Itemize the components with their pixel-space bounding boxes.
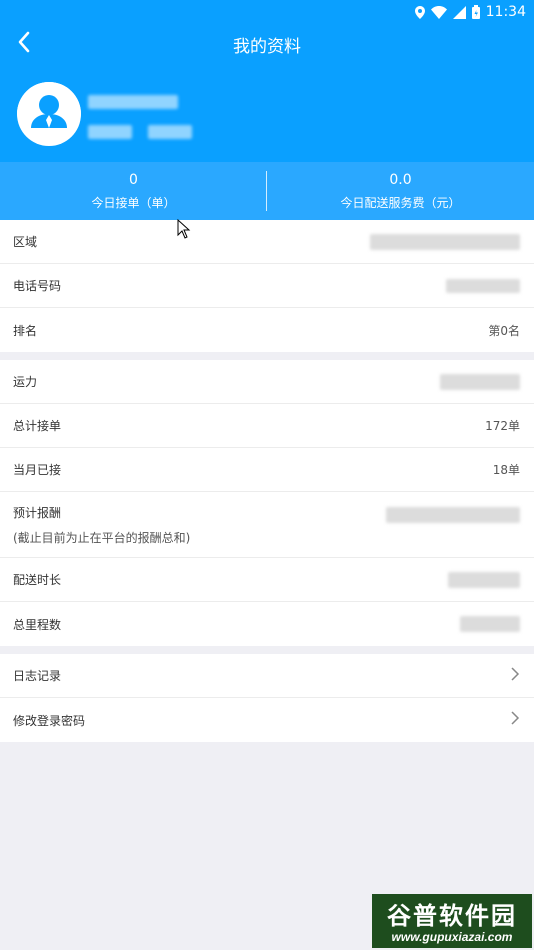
stat-today-orders: 0 今日接单（单） <box>0 162 267 220</box>
mouse-cursor-icon <box>177 218 191 243</box>
watermark-url: www.gupuxiazai.com <box>391 930 513 944</box>
location-icon <box>414 5 425 19</box>
info-group-2: 运力 总计接单 172单 当月已接 18单 预计报酬 (截止目前为止在平台的报酬… <box>0 360 534 646</box>
stats-divider <box>266 171 267 211</box>
avatar[interactable] <box>17 82 81 146</box>
row-log-records[interactable]: 日志记录 <box>0 654 534 698</box>
row-label: 配送时长 <box>13 573 62 587</box>
row-label: 电话号码 <box>13 279 62 293</box>
row-label: 总里程数 <box>13 617 62 632</box>
row-label: 区域 <box>13 235 38 249</box>
row-label: 修改登录密码 <box>13 713 86 728</box>
row-label: 日志记录 <box>13 669 62 683</box>
row-label: 总计接单 <box>13 419 62 433</box>
redacted-info <box>148 125 192 139</box>
row-total-mileage: 总里程数 <box>0 602 534 646</box>
row-label-sub: (截止目前为止在平台的报酬总和) <box>13 530 191 545</box>
row-estimated-pay: 预计报酬 (截止目前为止在平台的报酬总和) <box>0 492 534 558</box>
row-label: 排名 <box>13 323 38 338</box>
row-value: 172单 <box>485 419 520 433</box>
row-value: 第0名 <box>488 323 520 338</box>
chevron-left-icon <box>17 31 31 57</box>
row-label: 预计报酬 (截止目前为止在平台的报酬总和) <box>13 504 190 546</box>
row-delivery-time: 配送时长 <box>0 558 534 602</box>
row-label: 运力 <box>13 375 38 389</box>
redacted-value <box>370 233 520 250</box>
row-region: 区域 <box>0 220 534 264</box>
stat-label: 今日配送服务费（元） <box>340 195 461 210</box>
row-phone: 电话号码 <box>0 264 534 308</box>
action-group: 日志记录 修改登录密码 <box>0 654 534 742</box>
redacted-value <box>446 278 520 293</box>
back-button[interactable] <box>10 30 38 58</box>
row-value: 18单 <box>492 463 520 477</box>
stat-value: 0.0 <box>389 171 412 188</box>
status-time: 11:34 <box>485 4 526 20</box>
info-group-1: 区域 电话号码 排名 第0名 <box>0 220 534 352</box>
chevron-right-icon <box>510 710 520 730</box>
nav-bar: 我的资料 <box>0 24 534 64</box>
user-avatar-icon <box>17 82 81 146</box>
row-label: 当月已接 <box>13 463 62 477</box>
row-rank: 排名 第0名 <box>0 308 534 352</box>
stat-label: 今日接单（单） <box>91 195 176 210</box>
wifi-icon <box>430 5 447 19</box>
redacted-value <box>440 373 520 390</box>
chevron-right-icon <box>510 666 520 686</box>
page-title: 我的资料 <box>233 36 301 57</box>
watermark-title: 谷普软件园 <box>387 902 517 930</box>
stats-bar: 0 今日接单（单） 0.0 今日配送服务费（元） <box>0 162 534 220</box>
redacted-value <box>460 616 520 632</box>
profile-section <box>0 64 534 162</box>
header: 11:34 我的资料 0 今日接单（单） 0.0 今日配送服务费（元） <box>0 0 534 220</box>
stat-value: 0 <box>129 171 138 188</box>
redacted-value <box>386 506 520 523</box>
signal-icon <box>452 5 466 19</box>
row-month-orders: 当月已接 18单 <box>0 448 534 492</box>
status-bar: 11:34 <box>0 0 534 24</box>
watermark-logo: 谷普软件园 www.gupuxiazai.com <box>372 894 532 948</box>
row-capacity: 运力 <box>0 360 534 404</box>
redacted-name <box>88 95 178 109</box>
row-label-main: 预计报酬 <box>13 505 62 520</box>
redacted-info <box>88 125 132 139</box>
row-change-password[interactable]: 修改登录密码 <box>0 698 534 742</box>
battery-icon <box>471 5 480 19</box>
redacted-value <box>448 571 520 588</box>
stat-today-fee: 0.0 今日配送服务费（元） <box>267 162 534 220</box>
row-total-orders: 总计接单 172单 <box>0 404 534 448</box>
